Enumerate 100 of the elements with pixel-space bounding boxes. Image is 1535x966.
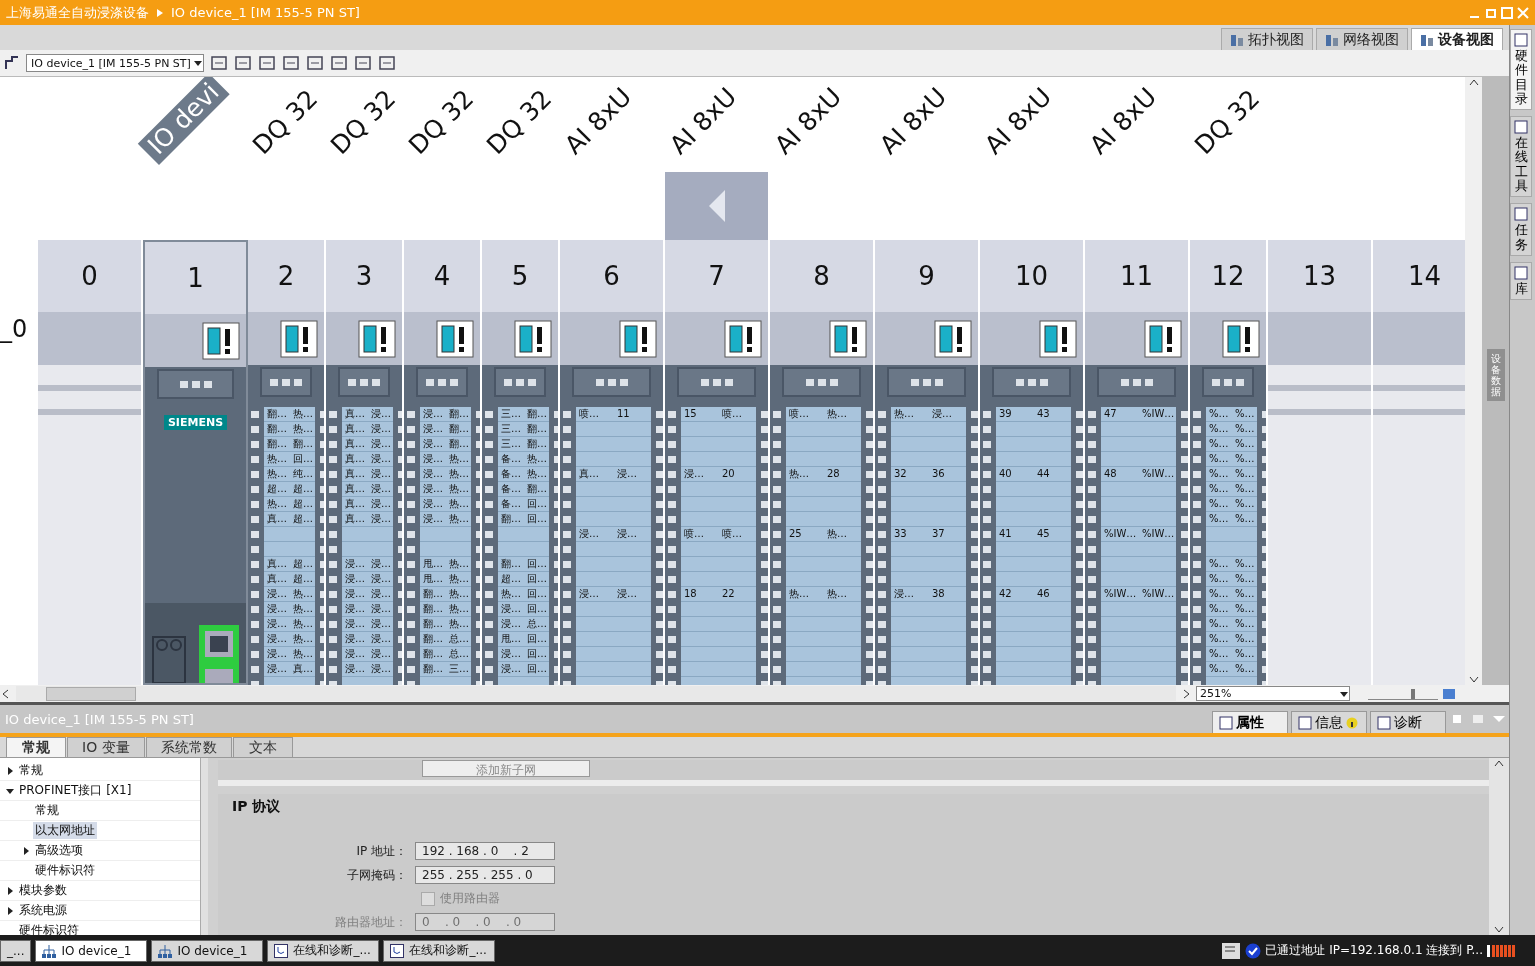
- rack-slot[interactable]: 1 SIEMENS: [143, 240, 248, 685]
- view-icon: [1230, 32, 1244, 47]
- rack-slot[interactable]: 14: [1373, 240, 1465, 685]
- collapse-arrow-icon[interactable]: [6, 786, 14, 795]
- tree-item[interactable]: 高级选项: [33, 842, 85, 859]
- view-tab[interactable]: 网络视图: [1316, 28, 1408, 50]
- channel-label: 翻…: [527, 408, 548, 420]
- channel-label: 36: [932, 468, 946, 480]
- io-module[interactable]: 47 %IW… 48 %IW… %IW… %IW… %IW… %IW…: [1085, 365, 1188, 685]
- side-panel-tab[interactable]: 在线工具: [1510, 116, 1532, 198]
- properties-tab[interactable]: 文本: [232, 737, 293, 757]
- io-module[interactable]: 喷… 热… 热… 28 25 热… 热… 热…: [770, 365, 873, 685]
- tree-item[interactable]: 硬件标识符: [33, 862, 97, 879]
- expand-arrow-icon[interactable]: [22, 846, 30, 855]
- io-module[interactable]: 真… 浸… 真… 浸… 真… 浸… 真… 浸… 真… 浸… 真… 浸… 真… 浸… 真… 浸… 浸… 浸… 浸… 浸… 浸… 浸… 浸… 浸… 浸… 浸… 浸… 浸… 浸… 浸… 浸… 浸…: [326, 365, 402, 685]
- io-module[interactable]: 翻… 热… 翻… 热… 翻… 翻… 热… 回… 热… 纯… 超… 超… 热… 超… 真… 超… 真… 超… 真… 超… 浸… 热… 浸… 热… 浸… 热… 浸… 热… 浸… 热… 浸… 真…: [248, 365, 324, 685]
- tree-item[interactable]: 系统电源: [17, 902, 69, 919]
- rack-slot[interactable]: 12 %… %… %… %… %… %… %… %… %… %… %… %… %… %… %… %… %… %… %… %… %… %… %… %… %… %… %… %… %… %… %… %…: [1190, 240, 1268, 685]
- channel-label: 32: [894, 468, 908, 480]
- inspector-tab[interactable]: 诊断: [1370, 711, 1446, 733]
- tree-item[interactable]: 硬件标识符: [17, 922, 81, 939]
- ethernet-port-icon: [199, 625, 240, 683]
- io-module[interactable]: 浸… 翻… 浸… 翻… 浸… 翻… 浸… 热… 浸… 热… 浸… 热… 浸… 热… 浸… 热… 甩… 热… 甩… 热… 翻… 热… 翻… 热… 翻… 热… 翻… 总… 翻… 总… 翻… 三…: [404, 365, 480, 685]
- tree-item[interactable]: 模块参数: [17, 882, 69, 899]
- tree-item[interactable]: PROFINET接口 [X1]: [17, 782, 134, 799]
- slot-number: 14: [1373, 240, 1465, 312]
- taskbar-item[interactable]: 在线和诊断_...: [267, 939, 380, 962]
- horizontal-scrollbar[interactable]: [16, 686, 1176, 701]
- channel-label: %…: [1235, 618, 1256, 630]
- taskbar-item[interactable]: 在线和诊断_...: [383, 939, 496, 962]
- monitor-icon[interactable]: [1221, 940, 1242, 961]
- channel-label: 热…: [293, 648, 314, 660]
- side-panel-tab[interactable]: 库: [1510, 261, 1532, 301]
- rack-slot[interactable]: 9 热… 浸… 32 36 33 37 浸… 38: [875, 240, 980, 685]
- rack-slot[interactable]: 2 翻… 热… 翻… 热… 翻… 翻… 热… 回… 热… 纯… 超… 超… 热… 超… 真… 超… 真… 超… 真… 超… 浸… 热… 浸… 热… 浸… 热… 浸… 热… 浸… 热… 浸… 真…: [248, 240, 326, 685]
- side-panel-tab[interactable]: 任务: [1510, 203, 1532, 256]
- vertical-scrollbar[interactable]: [1489, 758, 1509, 935]
- channel-label: %…: [1235, 438, 1256, 450]
- rack-slot[interactable]: 8 喷… 热… 热… 28 25 热… 热… 热…: [770, 240, 875, 685]
- channel-label: 真…: [345, 468, 366, 480]
- channel-label: 浸…: [345, 648, 366, 660]
- ip-address-field[interactable]: 192 . 168 . 0 . 2: [415, 842, 555, 860]
- rack-slot[interactable]: 0: [38, 240, 143, 685]
- io-module[interactable]: %… %… %… %… %… %… %… %… %… %… %… %… %… %… %… %… %… %… %… %… %… %… %… %… %… %… %… %… %… %… %… %…: [1190, 365, 1266, 685]
- side-panel-tab[interactable]: 硬件目录: [1510, 29, 1532, 111]
- expand-arrow-icon[interactable]: [6, 906, 14, 915]
- taskbar-item[interactable]: _...: [0, 939, 32, 962]
- io-module[interactable]: 三… 翻… 三… 翻… 三… 翻… 备… 热… 备… 热… 备… 翻… 备… 回… 翻… 回… 翻… 回… 超… 回… 热… 回… 浸… 回… 浸… 总… 甩… 回… 浸… 回… 浸… 回…: [482, 365, 558, 685]
- inspector-tab[interactable]: 属性: [1212, 711, 1288, 733]
- rack-slot[interactable]: 5 三… 翻… 三… 翻… 三… 翻… 备… 热… 备… 热… 备… 翻… 备… 回… 翻… 回… 翻… 回… 超… 回… 热… 回… 浸… 回… 浸… 总… 甩… 回… 浸… 回… 浸… 回…: [482, 240, 560, 685]
- rack-slot[interactable]: 4 浸… 翻… 浸… 翻… 浸… 翻… 浸… 热… 浸… 热… 浸… 热… 浸… 热… 浸… 热… 甩… 热… 甩… 热… 翻… 热… 翻… 热… 翻… 热… 翻… 总… 翻… 总… 翻… 三…: [404, 240, 482, 685]
- device-tool-icon[interactable]: [4, 55, 20, 71]
- fit-view-icon[interactable]: [1442, 686, 1456, 701]
- network-icon: [158, 943, 173, 958]
- channel-label: 翻…: [527, 423, 548, 435]
- module-name-label: DQ 32: [1188, 82, 1267, 163]
- rack-slot[interactable]: 6 喷… 11 真… 浸… 浸… 浸… 浸… 浸…: [560, 240, 665, 685]
- channel-label: %IW…: [1142, 588, 1176, 600]
- properties-tab[interactable]: IO 变量: [67, 737, 145, 757]
- rack-slot[interactable]: 7 15 喷… 浸… 20 喷… 喷… 18 22: [665, 240, 770, 685]
- channel-label: 翻…: [293, 438, 314, 450]
- ip-address-field[interactable]: 255 . 255 . 255 . 0: [415, 866, 555, 884]
- interface-module[interactable]: SIEMENS: [145, 367, 246, 683]
- vertical-scrollbar[interactable]: [1465, 77, 1482, 685]
- view-tab[interactable]: 设备视图: [1411, 28, 1503, 50]
- tree-item[interactable]: 以太网地址: [33, 822, 97, 839]
- io-module[interactable]: 喷… 11 真… 浸… 浸… 浸… 浸… 浸…: [560, 365, 663, 685]
- properties-tab[interactable]: 常规: [6, 737, 66, 757]
- module-status-icon: [619, 319, 657, 358]
- module-name-label: DQ 32: [480, 82, 559, 163]
- rack-slot[interactable]: 11 47 %IW… 48 %IW… %IW… %IW… %IW… %IW…: [1085, 240, 1190, 685]
- device-select[interactable]: IO device_1 [IM 155-5 PN ST]: [26, 54, 204, 72]
- taskbar-item[interactable]: IO device_1: [151, 939, 264, 962]
- view-tab[interactable]: 拓扑视图: [1221, 28, 1313, 50]
- rack-slot[interactable]: 13: [1268, 240, 1373, 685]
- channel-label: 浸…: [423, 438, 444, 450]
- module-name-label: DQ 32: [324, 82, 403, 163]
- io-module[interactable]: 15 喷… 浸… 20 喷… 喷… 18 22: [665, 365, 768, 685]
- zoom-select[interactable]: 251%: [1196, 686, 1350, 701]
- rack-slot[interactable]: 3 真… 浸… 真… 浸… 真… 浸… 真… 浸… 真… 浸… 真… 浸… 真… 浸… 真… 浸… 浸… 浸… 浸… 浸… 浸… 浸… 浸… 浸… 浸… 浸… 浸… 浸… 浸… 浸… 浸… 浸…: [326, 240, 404, 685]
- tree-item[interactable]: 常规: [33, 802, 61, 819]
- io-module[interactable]: 39 43 40 44 41 45 42 46: [980, 365, 1083, 685]
- expand-arrow-icon[interactable]: [6, 766, 14, 775]
- channel-label: 热…: [293, 408, 314, 420]
- io-module[interactable]: 热… 浸… 32 36 33 37 浸… 38: [875, 365, 978, 685]
- channel-label: 真…: [345, 483, 366, 495]
- tree-item[interactable]: 常规: [17, 762, 45, 779]
- zoom-slider[interactable]: [1368, 687, 1438, 700]
- taskbar-item[interactable]: IO device_1: [35, 939, 148, 962]
- channel-label: 甩…: [423, 558, 444, 570]
- channel-label: 回…: [527, 573, 548, 585]
- slider-thumb[interactable]: [1410, 688, 1415, 699]
- rack-slot[interactable]: 10 39 43 40 44 41 45 42 46: [980, 240, 1085, 685]
- inspector-tab[interactable]: 信息: [1291, 711, 1367, 733]
- properties-tab[interactable]: 系统常数: [145, 737, 232, 757]
- channel-label: %…: [1209, 603, 1230, 615]
- channel-label: 45: [1037, 528, 1051, 540]
- channel-label: 38: [932, 588, 946, 600]
- channel-label: 浸…: [371, 603, 392, 615]
- expand-arrow-icon[interactable]: [6, 886, 14, 895]
